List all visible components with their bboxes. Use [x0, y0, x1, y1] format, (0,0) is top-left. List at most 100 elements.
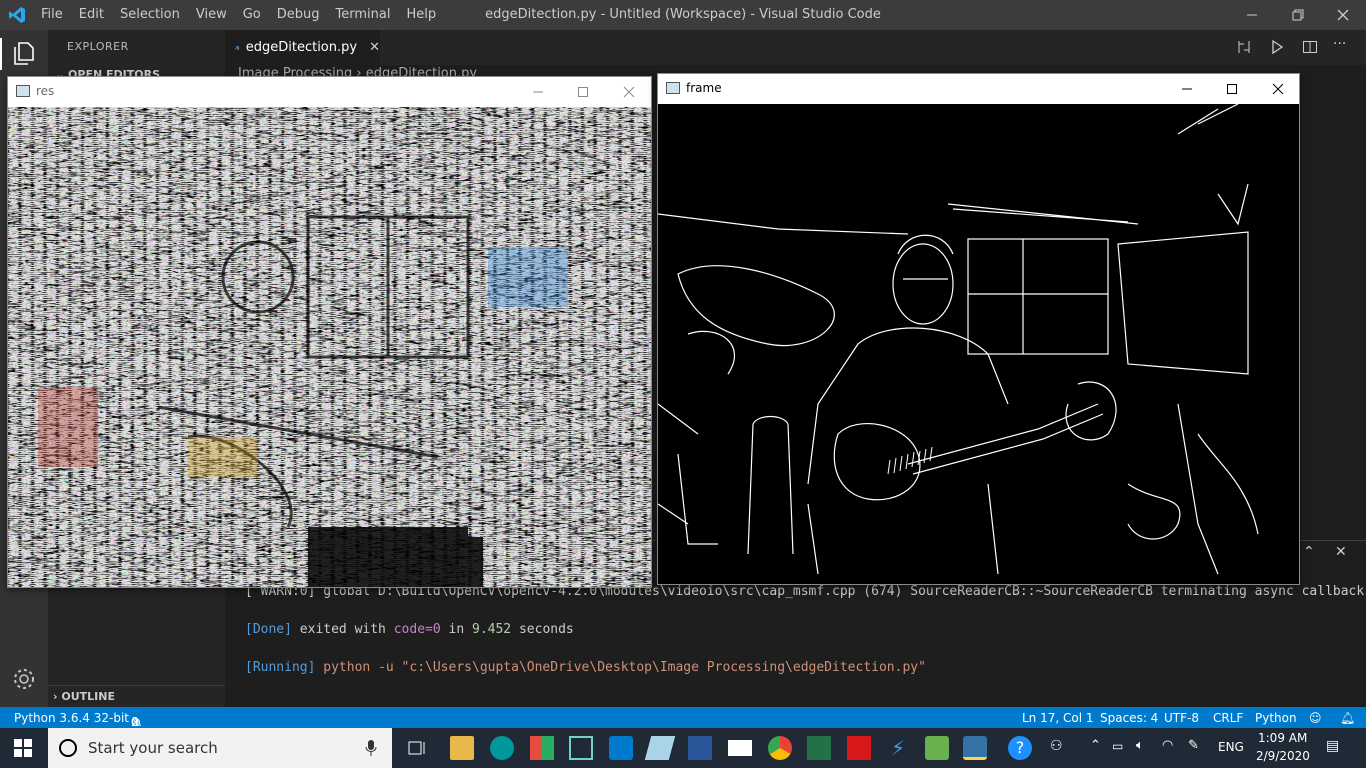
menu-edit[interactable]: Edit: [71, 0, 112, 30]
running-tag: [Running]: [245, 660, 316, 675]
res-close-button[interactable]: [606, 77, 652, 107]
battery-icon[interactable]: ▭: [1112, 739, 1123, 753]
done-tag: [Done]: [245, 622, 292, 637]
maximize-icon: [1227, 84, 1237, 94]
line-ending[interactable]: CRLF: [1213, 711, 1243, 725]
editor-tab-bar: edgeDitection.py ✕ ···: [225, 30, 1366, 65]
cursor-position[interactable]: Ln 17, Col 1: [1022, 711, 1094, 725]
frame-window[interactable]: frame: [657, 73, 1300, 585]
notes-icon[interactable]: [644, 736, 676, 760]
more-actions-icon[interactable]: ···: [1333, 36, 1346, 52]
gear-icon[interactable]: [11, 666, 37, 692]
minimize-icon: [533, 91, 543, 93]
done-code: code=0: [393, 622, 441, 637]
warning-count: 0: [131, 715, 139, 729]
notifications-icon[interactable]: 🔔︎: [1340, 711, 1355, 725]
python-interpreter[interactable]: Python 3.6.4 32-bit: [14, 711, 129, 725]
close-icon: [623, 86, 635, 98]
indentation[interactable]: Spaces: 4: [1100, 711, 1158, 725]
minimize-icon: [1247, 14, 1257, 16]
excel-icon[interactable]: [807, 736, 831, 760]
menu-file[interactable]: File: [33, 0, 71, 30]
frame-title-bar[interactable]: frame: [658, 74, 1299, 104]
arduino-icon[interactable]: [490, 736, 514, 760]
windows-start-icon[interactable]: [14, 739, 32, 757]
terminal-done-line: [Done] exited with code=0 in 9.452 secon…: [245, 622, 574, 637]
terminal-app-icon[interactable]: [569, 736, 593, 760]
chrome-icon[interactable]: [768, 736, 792, 760]
python-taskbar-icon[interactable]: [963, 736, 987, 760]
frame-window-title: frame: [686, 81, 722, 95]
res-minimize-button[interactable]: [515, 77, 561, 107]
search-placeholder: Start your search: [88, 739, 218, 757]
chevron-up-icon[interactable]: ⌃: [1090, 738, 1101, 753]
window-app-icon: [16, 85, 30, 97]
frame-maximize-button[interactable]: [1209, 74, 1255, 104]
bolt-app-icon[interactable]: ⚡︎: [886, 736, 910, 760]
res-window-title: res: [36, 84, 55, 98]
task-view-icon[interactable]: [405, 736, 429, 760]
app-icon[interactable]: [530, 736, 554, 760]
tab-close-icon[interactable]: ✕: [369, 40, 380, 55]
close-icon: [1337, 9, 1349, 21]
terminal-running-line: [Running] python -u "c:\Users\gupta\OneD…: [245, 660, 926, 675]
frame-close-button[interactable]: [1255, 74, 1301, 104]
chevron-right-icon: ›: [53, 690, 58, 703]
done-text-1: exited with: [291, 622, 394, 637]
people-icon[interactable]: ⚇: [1050, 738, 1063, 754]
menu-debug[interactable]: Debug: [269, 0, 328, 30]
frame-minimize-button[interactable]: [1164, 74, 1210, 104]
maximize-panel-icon[interactable]: ⌃: [1303, 544, 1315, 560]
python-file-icon: [235, 45, 240, 50]
close-panel-icon[interactable]: ✕: [1335, 544, 1347, 560]
res-image: [8, 107, 651, 587]
status-bar: Python 3.6.4 32-bit ⊗ 0 ⚠ 0 Ln 17, Col 1…: [0, 707, 1366, 729]
restore-button[interactable]: [1275, 0, 1321, 30]
done-time: 9.452: [472, 622, 512, 637]
frame-image: [658, 104, 1299, 584]
windows-taskbar: Start your search ⚡︎ ? ⚇ ⌃ ▭ 🔈︎ ◠ ✎ ENG …: [0, 728, 1366, 768]
menu-terminal[interactable]: Terminal: [328, 0, 399, 30]
wifi-icon[interactable]: ◠: [1162, 738, 1173, 753]
taskbar-search-box[interactable]: Start your search: [48, 728, 392, 768]
vscode-logo-icon: [9, 7, 25, 23]
word-icon[interactable]: [688, 736, 712, 760]
res-title-bar[interactable]: res: [8, 77, 651, 107]
volume-icon[interactable]: 🔈︎: [1136, 738, 1144, 753]
input-language[interactable]: ENG: [1218, 740, 1244, 754]
clock-date[interactable]: 2/9/2020: [1256, 749, 1310, 763]
minimize-button[interactable]: [1229, 0, 1275, 30]
menu-view[interactable]: View: [188, 0, 235, 30]
restore-icon: [1292, 9, 1304, 21]
menu-selection[interactable]: Selection: [112, 0, 188, 30]
clock-time[interactable]: 1:09 AM: [1258, 731, 1307, 745]
split-editor-icon[interactable]: [1302, 39, 1318, 55]
res-maximize-button[interactable]: [560, 77, 606, 107]
files-icon[interactable]: [11, 40, 37, 66]
res-window[interactable]: res: [7, 76, 652, 588]
vscode-taskbar-icon[interactable]: [609, 736, 633, 760]
encoding[interactable]: UTF-8: [1164, 711, 1199, 725]
explorer-header: EXPLORER: [67, 40, 129, 53]
action-center-icon[interactable]: ▤: [1326, 738, 1339, 754]
pen-icon[interactable]: ✎: [1188, 738, 1199, 753]
acrobat-icon[interactable]: [847, 736, 871, 760]
microphone-icon[interactable]: [364, 739, 378, 757]
mail-icon[interactable]: [728, 740, 752, 756]
close-button[interactable]: [1320, 0, 1366, 30]
feedback-icon[interactable]: ☺: [1309, 711, 1322, 725]
menu-help[interactable]: Help: [398, 0, 444, 30]
tab-label: edgeDitection.py: [245, 40, 358, 55]
running-text: python -u "c:\Users\gupta\OneDrive\Deskt…: [315, 660, 926, 675]
canny-edge-image: [658, 104, 1299, 584]
run-icon[interactable]: [1269, 39, 1285, 55]
language-mode[interactable]: Python: [1255, 711, 1297, 725]
compare-changes-icon[interactable]: [1236, 39, 1252, 55]
window-app-icon: [666, 82, 680, 94]
file-explorer-icon[interactable]: [450, 736, 474, 760]
menu-go[interactable]: Go: [235, 0, 269, 30]
tab-edgeditection[interactable]: edgeDitection.py ✕: [225, 30, 380, 65]
help-icon[interactable]: ?: [1008, 736, 1032, 760]
outline-section[interactable]: › OUTLINE: [48, 685, 225, 707]
android-icon[interactable]: [925, 736, 949, 760]
